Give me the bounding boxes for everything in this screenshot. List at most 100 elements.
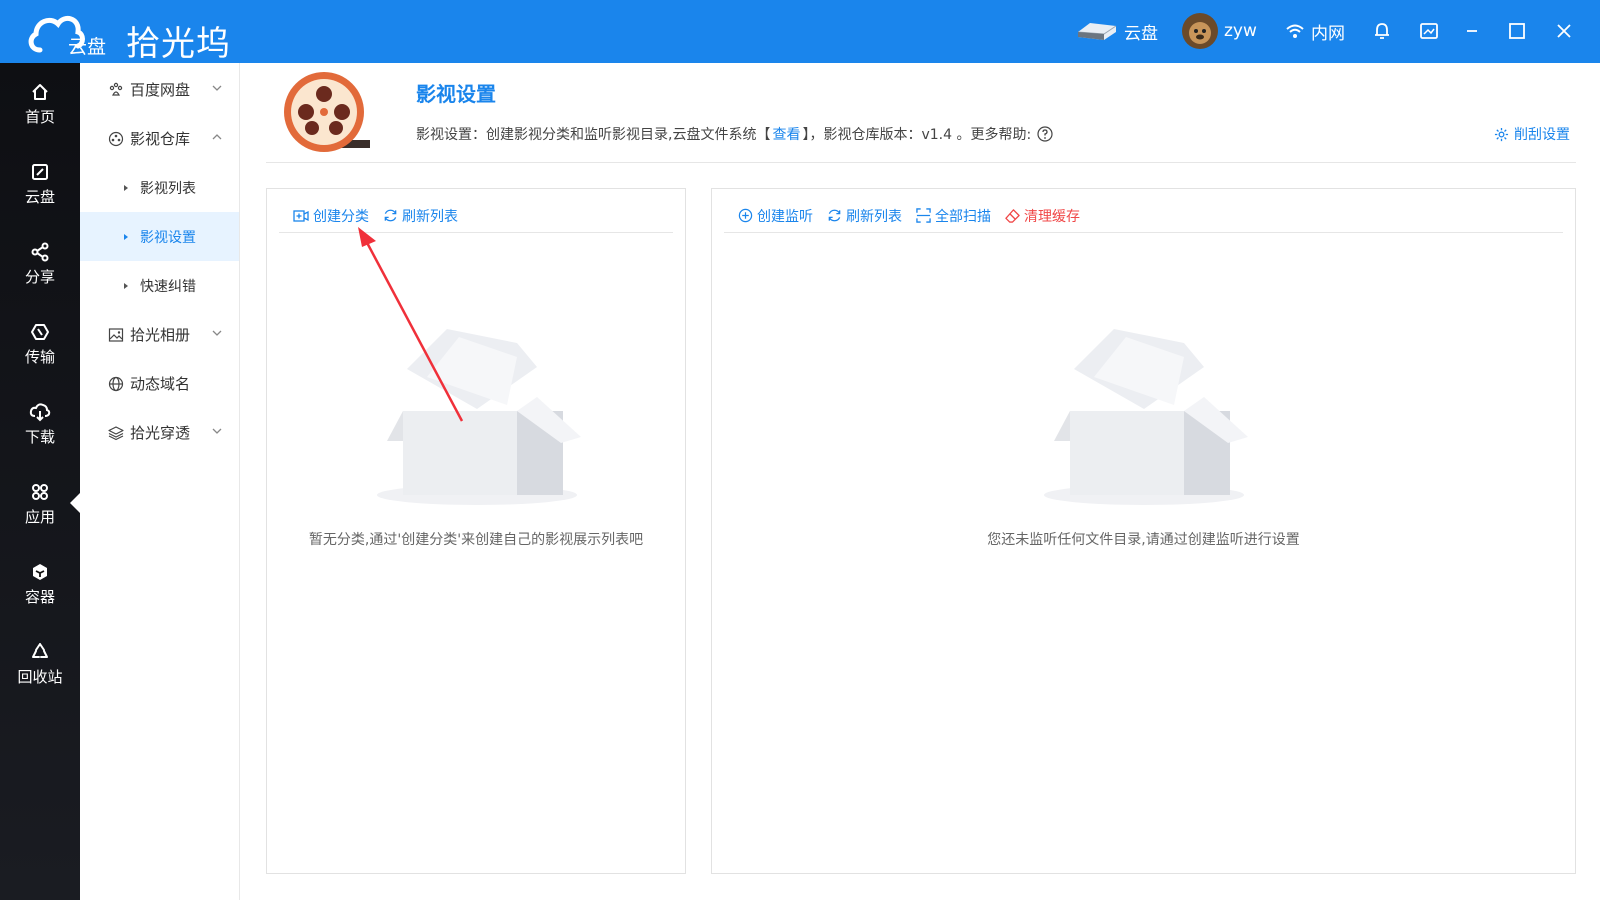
clear-cache-label: 清理缓存 <box>1024 208 1080 225</box>
eraser-icon <box>1005 209 1020 223</box>
nav-label: 应用 <box>24 508 55 526</box>
nav-item-cloud-disk[interactable]: 云盘 <box>0 156 80 226</box>
chevron-down-icon <box>212 85 222 91</box>
bullet-icon <box>124 233 128 240</box>
film-reel-icon <box>106 131 126 147</box>
nav-item-recycle[interactable]: 回收站 <box>0 636 80 706</box>
submenu-item-media-list[interactable]: 影视列表 <box>80 163 239 212</box>
sub-menu: 百度网盘 影视仓库 影视列表 影视设置 快速纠错 拾光相册 动态域名 拾光穿透 <box>80 63 240 900</box>
hard-drive-icon <box>1077 23 1117 40</box>
bullet-icon <box>124 184 128 191</box>
nav-label: 首页 <box>24 108 55 126</box>
image-icon <box>106 327 126 343</box>
minimize-button[interactable] <box>1459 18 1485 44</box>
chevron-down-icon <box>212 428 222 434</box>
nav-item-container[interactable]: 容器 <box>0 556 80 626</box>
apps-icon <box>30 476 50 502</box>
film-reel-logo <box>282 70 372 156</box>
globe-icon <box>106 376 126 392</box>
submenu-item-baidu[interactable]: 百度网盘 <box>80 65 239 114</box>
create-category-button[interactable]: 创建分类 <box>293 206 369 226</box>
network-status[interactable]: 内网 <box>1285 18 1345 44</box>
layers-icon <box>106 425 126 441</box>
screenshot-icon[interactable] <box>1416 18 1442 44</box>
nav-item-download[interactable]: 下载 <box>0 396 80 466</box>
watch-panel: 创建监听 刷新列表 全部扫描 清理缓存 您还未监听任何文件目录,请通过创建监听进… <box>711 188 1576 874</box>
submenu-label: 快速纠错 <box>140 278 196 295</box>
refresh-category-label: 刷新列表 <box>402 208 458 225</box>
watch-toolbar: 创建监听 刷新列表 全部扫描 清理缓存 <box>724 199 1563 233</box>
chevron-up-icon <box>212 134 222 140</box>
refresh-watch-button[interactable]: 刷新列表 <box>827 206 902 226</box>
logo-subtitle: 云盘 <box>68 36 107 58</box>
category-toolbar: 创建分类 刷新列表 <box>279 199 673 233</box>
maximize-button[interactable] <box>1504 18 1530 44</box>
network-label: 内网 <box>1311 23 1345 44</box>
video-add-icon <box>293 209 309 222</box>
nav-label: 传输 <box>24 348 55 366</box>
disk-status[interactable]: 云盘 <box>1076 18 1158 44</box>
transfer-icon <box>30 316 50 342</box>
avatar <box>1182 13 1218 49</box>
help-icon[interactable] <box>1037 126 1053 142</box>
nav-label: 容器 <box>24 588 55 606</box>
app-logo: 云盘 拾光坞 <box>26 6 276 64</box>
category-panel: 创建分类 刷新列表 暂无分类,通过'创建分类'来创建自己的影视展示列表吧 <box>266 188 686 874</box>
page-description: 影视设置：创建影视分类和监听影视目录,云盘文件系统【 查看 】，影视仓库版本：v… <box>416 124 1053 144</box>
submenu-label: 影视仓库 <box>130 130 191 148</box>
main-nav: 首页 云盘 分享 传输 下载 应用 容器 回收站 <box>0 63 80 900</box>
annotation-arrow <box>358 227 464 422</box>
watch-empty-text: 您还未监听任何文件目录,请通过创建监听进行设置 <box>987 532 1300 548</box>
paw-icon <box>106 82 126 98</box>
header-divider <box>266 162 1576 163</box>
create-watch-button[interactable]: 创建监听 <box>738 206 813 226</box>
scan-icon <box>916 208 931 223</box>
submenu-item-ddns[interactable]: 动态域名 <box>80 359 239 408</box>
submenu-item-album[interactable]: 拾光相册 <box>80 310 239 359</box>
page-title: 影视设置 <box>416 82 496 106</box>
submenu-item-media-settings[interactable]: 影视设置 <box>80 212 239 261</box>
empty-box-illustration <box>1044 329 1248 505</box>
create-watch-label: 创建监听 <box>757 208 813 225</box>
submenu-label: 影视设置 <box>140 229 196 246</box>
disk-label: 云盘 <box>1124 23 1158 44</box>
cloud-disk-icon <box>30 156 50 182</box>
user-menu[interactable]: zyw <box>1182 13 1257 49</box>
nav-label: 回收站 <box>17 668 63 686</box>
scan-all-label: 全部扫描 <box>935 208 991 225</box>
nav-item-transfer[interactable]: 传输 <box>0 316 80 386</box>
active-nav-pointer <box>70 493 80 513</box>
recycle-icon <box>30 636 50 662</box>
submenu-item-media-warehouse[interactable]: 影视仓库 <box>80 114 239 163</box>
user-name: zyw <box>1224 21 1257 41</box>
chevron-down-icon <box>212 330 222 336</box>
scan-all-button[interactable]: 全部扫描 <box>916 206 991 226</box>
refresh-icon <box>384 209 397 222</box>
refresh-watch-label: 刷新列表 <box>846 208 902 225</box>
nav-item-home[interactable]: 首页 <box>0 76 80 146</box>
share-icon <box>30 236 50 262</box>
clear-cache-button[interactable]: 清理缓存 <box>1005 206 1080 226</box>
nav-item-apps[interactable]: 应用 <box>0 476 80 546</box>
scrape-settings-label: 削刮设置 <box>1514 127 1570 143</box>
nav-label: 云盘 <box>24 188 55 206</box>
home-icon <box>30 76 50 102</box>
download-icon <box>29 396 51 422</box>
refresh-category-button[interactable]: 刷新列表 <box>383 206 458 226</box>
wifi-icon <box>1286 24 1304 38</box>
scrape-settings-button[interactable]: 削刮设置 <box>1494 124 1570 144</box>
bullet-icon <box>124 282 128 289</box>
submenu-label: 拾光穿透 <box>130 424 191 442</box>
submenu-item-quick-fix[interactable]: 快速纠错 <box>80 261 239 310</box>
submenu-label: 影视列表 <box>140 180 196 197</box>
notification-icon[interactable] <box>1369 18 1395 44</box>
desc-prefix: 影视设置：创建影视分类和监听影视目录,云盘文件系统【 <box>416 127 771 143</box>
nav-item-share[interactable]: 分享 <box>0 236 80 306</box>
nav-label: 下载 <box>24 428 55 446</box>
close-button[interactable] <box>1551 18 1577 44</box>
title-bar: 云盘 拾光坞 云盘 zyw 内网 <box>0 0 1600 64</box>
desc-suffix: 】，影视仓库版本：v1.4 。更多帮助: <box>802 127 1032 143</box>
category-empty-text: 暂无分类,通过'创建分类'来创建自己的影视展示列表吧 <box>308 532 644 548</box>
submenu-item-tunnel[interactable]: 拾光穿透 <box>80 408 239 457</box>
view-link[interactable]: 查看 <box>772 124 800 144</box>
